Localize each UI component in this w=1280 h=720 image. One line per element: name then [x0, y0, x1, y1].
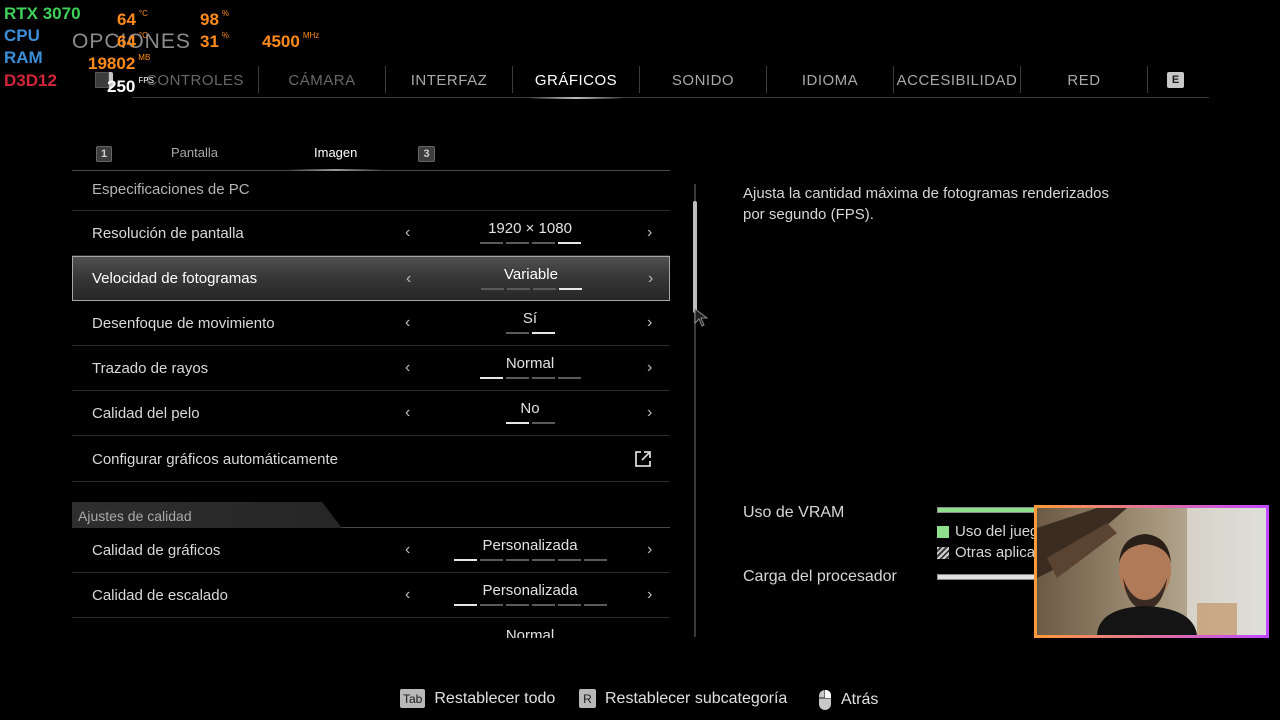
key-3-icon[interactable]: 3: [418, 146, 435, 162]
mouse-cursor-icon: [694, 308, 709, 327]
hint-label: Restablecer todo: [434, 689, 556, 707]
value-indicator: [430, 422, 630, 424]
setting-row-auto-config[interactable]: Configurar gráficos automáticamente: [72, 437, 670, 482]
scrollbar-thumb[interactable]: [693, 201, 697, 313]
tab-interfaz[interactable]: INTERFAZ: [386, 66, 512, 94]
subtab-pantalla[interactable]: Pantalla: [171, 145, 218, 160]
setting-value: Sí: [522, 310, 538, 327]
setting-label: Velocidad de fotogramas: [92, 270, 258, 287]
section-label: Ajustes de calidad: [78, 508, 192, 524]
r-key-icon: R: [579, 689, 596, 708]
tab-red[interactable]: RED: [1021, 66, 1147, 94]
value-indicator: [430, 559, 630, 561]
chevron-left-icon[interactable]: ‹: [405, 586, 410, 604]
hint-label: Restablecer subcategoría: [605, 689, 788, 707]
setting-value: Personalizada: [482, 537, 578, 554]
settings-list: Especificaciones de PC Resolución de pan…: [72, 171, 670, 638]
setting-row-ray-tracing[interactable]: Trazado de rayos ‹ Normal ›: [72, 346, 670, 391]
legend-label: Uso del juego: [955, 523, 1047, 540]
cpu-clock: 4500 MHz: [262, 31, 320, 51]
webcam-overlay: [1034, 505, 1269, 638]
setting-row-motion-blur[interactable]: Desenfoque de movimiento ‹ Sí ›: [72, 301, 670, 346]
chevron-right-icon[interactable]: ›: [647, 224, 652, 242]
setting-row-framerate[interactable]: Velocidad de fotogramas ‹ Variable ›: [72, 256, 670, 301]
setting-row-graphics-quality[interactable]: Calidad de gráficos ‹ Personalizada ›: [72, 528, 670, 573]
webcam-image: [1037, 508, 1266, 635]
tab-sonido[interactable]: SONIDO: [640, 66, 766, 94]
vram-legend-game: Uso del juego: [937, 523, 1047, 540]
vram-label: Uso de VRAM: [743, 504, 845, 521]
chevron-left-icon[interactable]: ‹: [405, 224, 410, 242]
setting-description: Ajusta la cantidad máxima de fotogramas …: [743, 185, 1110, 223]
fps-value: 250 FPS: [107, 76, 154, 96]
value-indicator: [431, 288, 631, 290]
external-link-icon[interactable]: [634, 450, 652, 468]
chevron-right-icon[interactable]: ›: [647, 586, 652, 604]
setting-row-upscaling-quality[interactable]: Calidad de escalado ‹ Personalizada ›: [72, 573, 670, 618]
cpu-label: CPU: [4, 26, 40, 45]
chevron-left-icon[interactable]: ‹: [405, 404, 410, 422]
hatched-swatch-icon: [937, 546, 949, 559]
setting-label: Calidad de escalado: [92, 587, 228, 604]
setting-value: Personalizada: [482, 582, 578, 599]
setting-row-resolution[interactable]: Resolución de pantalla ‹ 1920 × 1080 ›: [72, 211, 670, 256]
chevron-left-icon[interactable]: ‹: [405, 359, 410, 377]
setting-label: Calidad del pelo: [92, 405, 200, 422]
setting-value: 1920 × 1080: [488, 220, 572, 237]
setting-label: Desenfoque de movimiento: [92, 315, 275, 332]
chevron-right-icon[interactable]: ›: [647, 541, 652, 559]
setting-label: Resolución de pantalla: [92, 225, 244, 242]
value-indicator: [430, 242, 630, 244]
green-swatch-icon: [937, 525, 949, 538]
setting-value: Normal: [505, 355, 555, 372]
tab-key-icon: Tab: [400, 689, 426, 708]
setting-label: Especificaciones de PC: [92, 181, 250, 198]
cpu-load: 31%: [200, 31, 230, 51]
chevron-right-icon[interactable]: ›: [647, 359, 652, 377]
sub-tab-bar: 1 Pantalla Imagen 3: [72, 140, 670, 171]
setting-row-partial[interactable]: Normal: [72, 618, 670, 638]
cpu-load-label: Carga del procesador: [743, 568, 897, 585]
setting-row-pc-specs[interactable]: Especificaciones de PC: [72, 171, 670, 211]
chevron-right-icon[interactable]: ›: [648, 270, 653, 288]
setting-label: Trazado de rayos: [92, 360, 209, 377]
setting-row-hair-quality[interactable]: Calidad del pelo ‹ No ›: [72, 391, 670, 436]
key-1-icon[interactable]: 1: [96, 146, 112, 162]
back-button[interactable]: Atrás: [818, 689, 878, 711]
ram-label: RAM: [4, 48, 43, 67]
tab-idioma[interactable]: IDIOMA: [767, 66, 893, 94]
section-header-quality: Ajustes de calidad: [72, 502, 670, 528]
chevron-right-icon[interactable]: ›: [647, 404, 652, 422]
api-label: D3D12: [4, 71, 57, 90]
chevron-left-icon[interactable]: ‹: [406, 270, 411, 288]
subtab-imagen[interactable]: Imagen: [287, 145, 384, 171]
reset-all-button[interactable]: Tab Restablecer todo: [400, 689, 555, 708]
setting-label: Calidad de gráficos: [92, 542, 221, 559]
reset-subcategory-button[interactable]: R Restablecer subcategoría: [579, 689, 787, 708]
gpu-label: RTX 3070: [4, 4, 81, 23]
e-key-icon[interactable]: E: [1167, 72, 1184, 88]
setting-label: Configurar gráficos automáticamente: [92, 451, 338, 468]
performance-overlay: RTX 3070 64 °C 98% CPU 64 °C 31% 4500 MHz R…: [0, 0, 340, 96]
chevron-left-icon[interactable]: ‹: [405, 541, 410, 559]
tab-graficos[interactable]: GRÁFICOS: [513, 66, 639, 99]
value-indicator: [430, 332, 630, 334]
footer-hints: Tab Restablecer todo R Restablecer subca…: [0, 688, 1280, 714]
setting-value: Normal: [505, 627, 555, 638]
value-indicator: [430, 604, 630, 606]
value-indicator: [430, 377, 630, 379]
tab-divider: [1147, 66, 1148, 93]
tab-accesibilidad[interactable]: ACCESIBILIDAD: [894, 66, 1020, 94]
chevron-left-icon[interactable]: ‹: [405, 314, 410, 332]
setting-value: No: [520, 400, 540, 417]
chevron-right-icon[interactable]: ›: [647, 314, 652, 332]
setting-value: Variable: [504, 266, 558, 283]
mouse-right-click-icon: [819, 690, 831, 710]
hint-label: Atrás: [841, 691, 879, 708]
